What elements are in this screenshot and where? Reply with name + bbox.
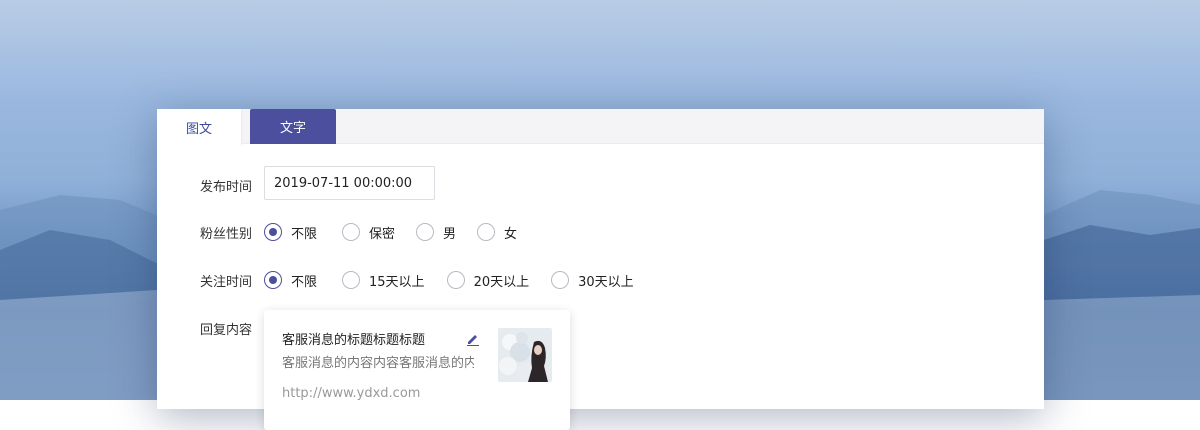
radio-gender-female[interactable]: 女 — [477, 223, 517, 242]
card-title: 客服消息的标题标题标题 — [282, 333, 426, 348]
radio-selected-icon — [264, 223, 282, 241]
radio-follow-unlimited[interactable]: 不限 — [264, 271, 317, 290]
radio-follow-30-days[interactable]: 30天以上 — [551, 271, 634, 290]
content-panel: 图文 文字 发布时间 2019-07-11 00:00:00 粉丝性别 不限 保… — [157, 109, 1044, 430]
tab-text[interactable]: 文字 — [250, 109, 336, 144]
radio-gender-secret[interactable]: 保密 — [342, 223, 395, 242]
radio-gender-male[interactable]: 男 — [416, 223, 456, 242]
fan-gender-label: 粉丝性别 — [200, 227, 253, 242]
radio-unselected-icon — [477, 223, 496, 241]
card-url: http://www.ydxd.com — [282, 386, 421, 401]
fan-gender-radio-group: 不限 保密 男 女 — [264, 222, 517, 242]
radio-label: 男 — [443, 226, 457, 242]
radio-label: 保密 — [369, 226, 396, 242]
radio-selected-icon — [264, 271, 282, 289]
follow-time-radio-group: 不限 15天以上 20天以上 30天以上 — [264, 270, 634, 290]
reply-message-card[interactable]: 客服消息的标题标题标题 客服消息的内容内容客服消息的内 http://www.y… — [264, 310, 570, 430]
card-description: 客服消息的内容内容客服消息的内 — [282, 356, 474, 371]
article-thumbnail-image — [498, 328, 552, 382]
radio-unselected-icon — [342, 223, 361, 241]
tab-image-text[interactable]: 图文 — [157, 109, 242, 145]
radio-follow-20-days[interactable]: 20天以上 — [446, 271, 530, 290]
radio-label: 30天以上 — [578, 274, 634, 290]
radio-unselected-icon — [416, 223, 435, 241]
follow-time-label: 关注时间 — [200, 275, 253, 290]
radio-label: 20天以上 — [473, 274, 530, 290]
radio-unselected-icon — [446, 271, 465, 289]
radio-label: 不限 — [291, 274, 318, 290]
edit-pencil-icon[interactable] — [466, 332, 480, 346]
reply-content-label: 回复内容 — [200, 323, 253, 338]
radio-label: 15天以上 — [369, 274, 425, 290]
publish-time-input[interactable]: 2019-07-11 00:00:00 — [264, 166, 435, 200]
radio-unselected-icon — [551, 271, 570, 289]
tab-bar: 图文 文字 — [157, 109, 1044, 145]
radio-unselected-icon — [342, 271, 361, 289]
radio-label: 不限 — [291, 226, 318, 242]
radio-gender-unlimited[interactable]: 不限 — [264, 223, 317, 242]
radio-label: 女 — [504, 226, 518, 242]
publish-time-label: 发布时间 — [200, 180, 253, 195]
radio-follow-15-days[interactable]: 15天以上 — [342, 271, 425, 290]
